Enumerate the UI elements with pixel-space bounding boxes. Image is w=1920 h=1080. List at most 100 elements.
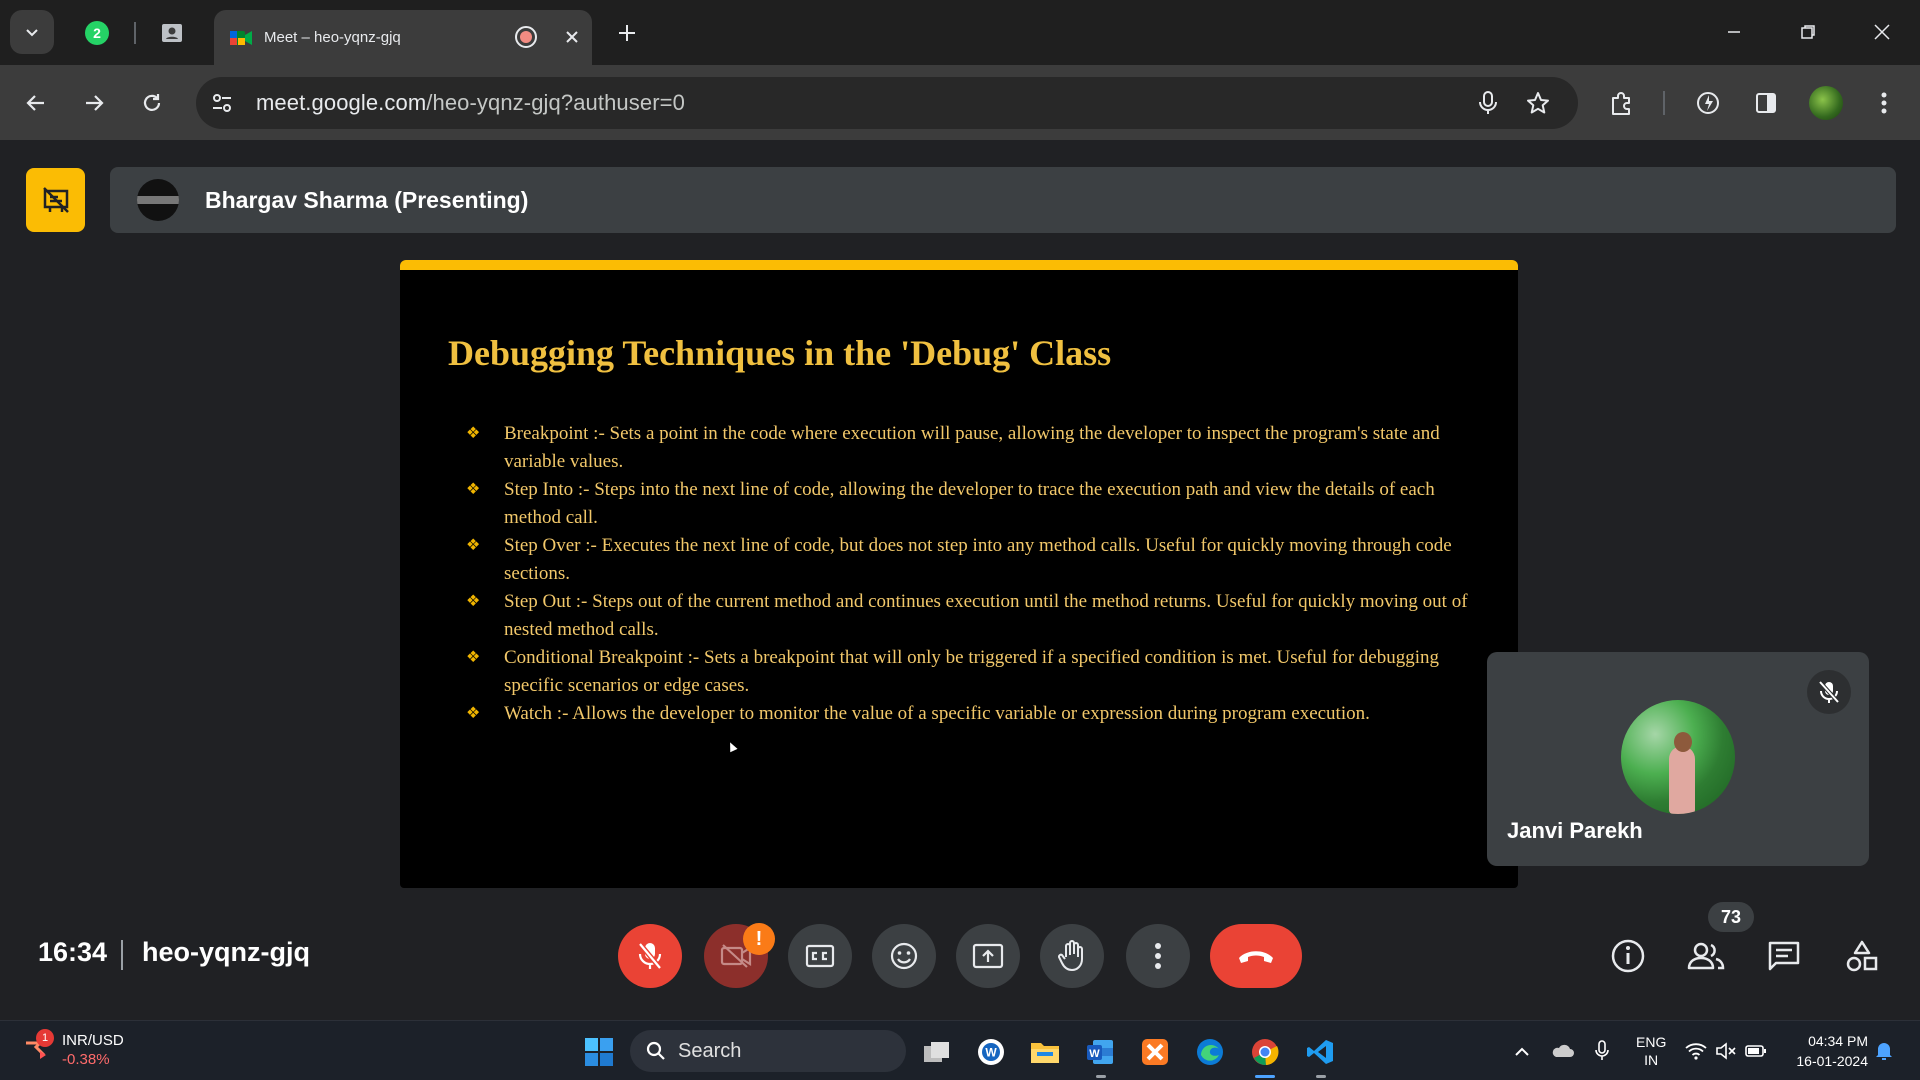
- mouse-cursor-icon: [726, 740, 738, 753]
- people-icon: [1687, 942, 1725, 970]
- more-vert-icon: [1155, 943, 1161, 969]
- notifications-button[interactable]: [1872, 1039, 1896, 1063]
- raise-hand-button[interactable]: [1040, 924, 1104, 988]
- presenter-name: Bhargav Sharma (Presenting): [205, 186, 529, 213]
- url-text: meet.google.com/heo-yqnz-gjq?authuser=0: [256, 90, 685, 116]
- taskbar-app-copilot[interactable]: W: [970, 1031, 1012, 1073]
- avatar-figure: [1669, 746, 1695, 814]
- taskbar-app-edge[interactable]: [1189, 1031, 1231, 1073]
- presenter-bar: Bhargav Sharma (Presenting): [110, 167, 1896, 233]
- google-meet-icon: [230, 30, 252, 45]
- stop-presenting-view-button[interactable]: [26, 168, 85, 232]
- tab-title: Meet – heo-yqnz-gjq: [264, 29, 401, 46]
- more-vert-icon: [1881, 92, 1887, 114]
- participant-name: Janvi Parekh: [1507, 818, 1643, 843]
- browser-menu-button[interactable]: [1862, 81, 1906, 125]
- tray-microphone-button[interactable]: [1590, 1039, 1614, 1063]
- slide-bullet-list: ❖ Breakpoint :- Sets a point in the code …: [466, 420, 1476, 728]
- widgets-button[interactable]: 1 INR/USD -0.38%: [22, 1029, 124, 1069]
- close-window-button[interactable]: [1854, 10, 1910, 54]
- task-view-icon: [924, 1042, 949, 1062]
- pinned-tab-contacts[interactable]: [153, 14, 191, 52]
- people-button[interactable]: [1676, 926, 1736, 986]
- volume-button[interactable]: [1714, 1039, 1738, 1063]
- present-screen-button[interactable]: [956, 924, 1020, 988]
- taskbar-time: 04:34 PM: [1808, 1033, 1868, 1049]
- meet-stage: Bhargav Sharma (Presenting) Debugging Te…: [0, 140, 1920, 1020]
- diamond-bullet-icon: ❖: [466, 705, 481, 722]
- meeting-details-button[interactable]: [1598, 926, 1658, 986]
- back-button[interactable]: [14, 81, 58, 125]
- slide-bullet: ❖ Step Into :- Steps into the next line o…: [466, 476, 1476, 532]
- forward-button[interactable]: [72, 81, 116, 125]
- diamond-bullet-icon: ❖: [466, 537, 481, 554]
- tab-search-button[interactable]: [10, 10, 54, 54]
- restore-icon: [1801, 25, 1815, 39]
- new-tab-button[interactable]: [608, 14, 646, 52]
- taskbar-search[interactable]: Search: [630, 1030, 906, 1072]
- url-host: meet.google.com: [256, 90, 427, 115]
- battery-button[interactable]: [1744, 1039, 1768, 1063]
- voice-search-button[interactable]: [1468, 83, 1508, 123]
- tab-meet[interactable]: Meet – heo-yqnz-gjq: [214, 10, 592, 65]
- running-indicator: [1096, 1075, 1106, 1078]
- meeting-code: heo-yqnz-gjq: [142, 937, 310, 967]
- bullet-text: Watch :- Allows the developer to monitor…: [504, 703, 1370, 724]
- site-info-button[interactable]: [202, 83, 242, 123]
- shared-slide: Debugging Techniques in the 'Debug' Clas…: [400, 260, 1518, 888]
- toggle-mic-button[interactable]: [618, 924, 682, 988]
- taskbar-app-xampp[interactable]: [1134, 1031, 1176, 1073]
- profile-button[interactable]: [1804, 81, 1848, 125]
- task-view-button[interactable]: [916, 1031, 958, 1073]
- slide-bullet: ❖ Breakpoint :- Sets a point in the code …: [466, 420, 1476, 476]
- performance-button[interactable]: [1686, 81, 1730, 125]
- svg-text:2: 2: [93, 25, 101, 41]
- taskbar-app-chrome[interactable]: [1244, 1031, 1286, 1073]
- chat-button[interactable]: [1754, 926, 1814, 986]
- chevron-down-icon: [26, 29, 38, 37]
- presentation-off-icon: [42, 187, 69, 213]
- taskbar-app-word[interactable]: W: [1079, 1031, 1121, 1073]
- taskbar-app-vscode[interactable]: [1299, 1031, 1341, 1073]
- address-bar[interactable]: meet.google.com/heo-yqnz-gjq?authuser=0: [196, 77, 1578, 129]
- search-label: Search: [678, 1039, 742, 1062]
- stock-widget-icon: 1: [22, 1029, 54, 1065]
- minimize-button[interactable]: [1706, 10, 1762, 54]
- diamond-bullet-icon: ❖: [466, 481, 481, 498]
- wifi-icon: [1685, 1043, 1707, 1060]
- meeting-clock: 16:34: [38, 937, 108, 967]
- activities-button[interactable]: [1832, 926, 1892, 986]
- bullet-text: Step Out :- Steps out of the current met…: [504, 591, 1468, 640]
- widget-value: -0.38%: [62, 1051, 110, 1068]
- svg-text:W: W: [1089, 1048, 1100, 1060]
- close-icon: [1874, 24, 1890, 40]
- plus-icon: [619, 25, 635, 41]
- show-hidden-icons-button[interactable]: [1510, 1039, 1534, 1063]
- tab-strip: 2 Meet – heo-yqnz-gjq: [0, 0, 1920, 65]
- slide-bullet: ❖ Step Over :- Executes the next line of …: [466, 532, 1476, 588]
- diamond-bullet-icon: ❖: [466, 425, 481, 442]
- reload-button[interactable]: [130, 81, 174, 125]
- clock-button[interactable]: 04:34 PM 16-01-2024: [1786, 1031, 1868, 1071]
- side-panel-button[interactable]: [1744, 81, 1788, 125]
- pinned-tab-whatsapp[interactable]: 2: [78, 14, 116, 52]
- restore-button[interactable]: [1780, 10, 1836, 54]
- microphone-icon: [1595, 1040, 1609, 1060]
- wifi-button[interactable]: [1684, 1039, 1708, 1063]
- input-language-button[interactable]: ENG IN: [1636, 1033, 1666, 1069]
- captions-button[interactable]: [788, 924, 852, 988]
- diamond-bullet-icon: ❖: [466, 593, 481, 610]
- participant-tile[interactable]: Janvi Parekh: [1487, 652, 1869, 866]
- close-tab-icon[interactable]: [564, 29, 580, 45]
- taskbar-app-file-explorer[interactable]: [1024, 1031, 1066, 1073]
- more-options-button[interactable]: [1126, 924, 1190, 988]
- onedrive-button[interactable]: [1550, 1039, 1574, 1063]
- emoji-icon: [890, 942, 918, 970]
- windows-taskbar: 1 INR/USD -0.38% Search W W ENG IN 04:34…: [0, 1020, 1920, 1080]
- extensions-button[interactable]: [1600, 81, 1644, 125]
- folder-icon: [1031, 1043, 1059, 1063]
- leave-call-button[interactable]: [1210, 924, 1302, 988]
- bookmark-button[interactable]: [1518, 83, 1558, 123]
- reactions-button[interactable]: [872, 924, 936, 988]
- start-button[interactable]: [578, 1031, 620, 1073]
